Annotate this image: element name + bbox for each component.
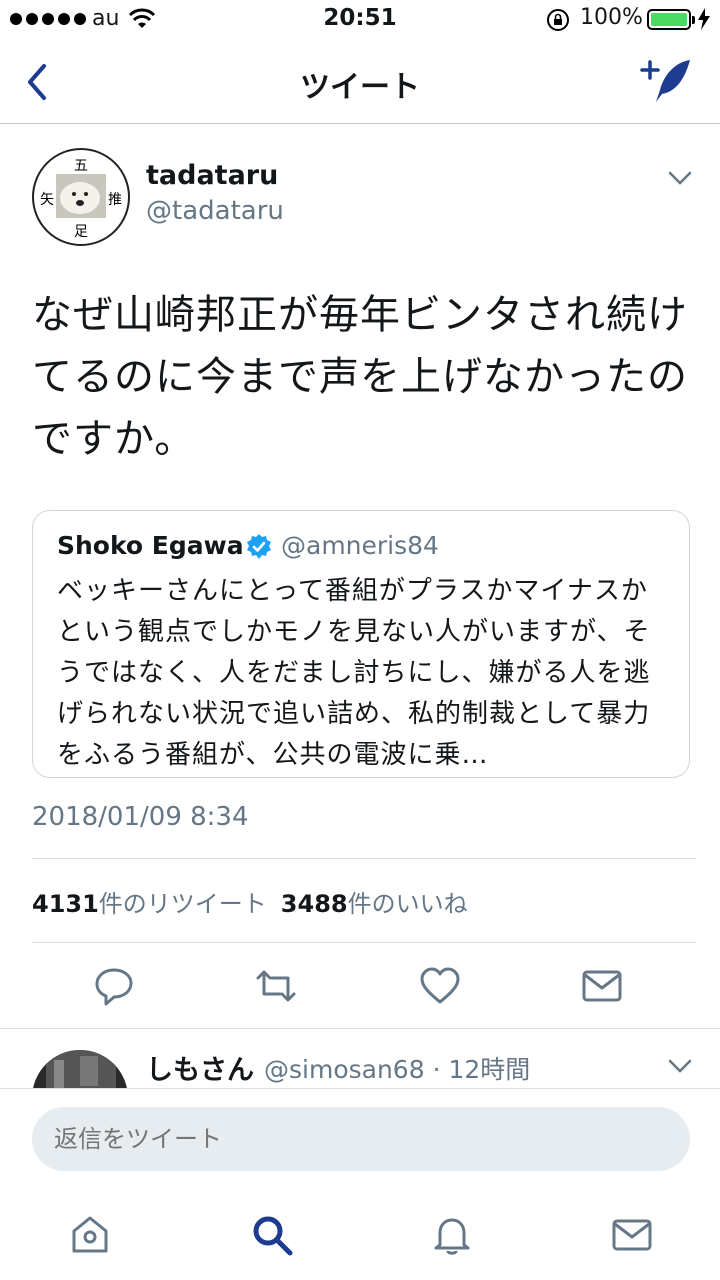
author-handle[interactable]: @tadataru [146, 196, 284, 226]
quoted-author-name: Shoko Egawa [57, 531, 244, 560]
messages-envelope-icon[interactable] [610, 1213, 654, 1257]
compose-tweet-icon[interactable] [640, 56, 694, 106]
battery-percent: 100% [580, 5, 643, 30]
tweet-text: なぜ山崎邦正が毎年ビンタされ続けてるのに今まで声を上げなかったのですか。 [32, 292, 688, 462]
quoted-tweet[interactable]: Shoko Egawa @amneris84 ベッキーさんにとって番組がプラスか… [32, 510, 690, 778]
author-avatar[interactable]: 五 矢 推 足 [32, 148, 130, 246]
navigation-bar: ツイート [0, 40, 720, 124]
quoted-author-handle: @amneris84 [281, 531, 439, 560]
likes-link[interactable]: 3488件のいいね [281, 890, 468, 918]
status-bar: au 20:51 100% [0, 0, 720, 40]
reply-icon[interactable] [92, 964, 136, 1008]
retweets-link[interactable]: 4131件のリツイート [32, 890, 267, 918]
svg-text:矢: 矢 [40, 192, 54, 208]
search-icon[interactable] [250, 1213, 294, 1257]
divider [32, 858, 696, 859]
divider [0, 1028, 720, 1029]
divider [32, 942, 696, 943]
rotation-lock-icon [547, 9, 569, 31]
chevron-down-icon[interactable] [666, 1054, 694, 1078]
home-icon[interactable] [68, 1213, 112, 1257]
retweet-count: 4131 [32, 890, 99, 918]
reply-meta: @simosan68 · 12時間 [264, 1055, 531, 1084]
like-heart-icon[interactable] [418, 964, 462, 1008]
tweet-timestamp: 2018/01/09 8:34 [32, 802, 249, 832]
reply-author-name[interactable]: しもさん [146, 1048, 254, 1087]
battery-icon [647, 9, 695, 30]
notifications-bell-icon[interactable] [430, 1213, 474, 1257]
svg-text:足: 足 [74, 224, 88, 240]
page-title: ツイート [300, 70, 420, 105]
retweet-label: 件のリツイート [98, 890, 267, 918]
svg-text:五: 五 [74, 158, 88, 174]
avatar-image: 五 矢 推 足 [40, 158, 122, 240]
author-name[interactable]: tadataru [146, 160, 278, 191]
bottom-bar [0, 1088, 720, 1280]
verified-badge-icon [247, 534, 271, 559]
retweet-icon[interactable] [254, 964, 298, 1008]
quoted-tweet-text: ベッキーさんにとって番組がプラスかマイナスかという観点でしかモノを見ない人がいま… [57, 576, 651, 770]
like-count: 3488 [280, 890, 348, 918]
reply-input[interactable] [32, 1107, 690, 1171]
engagement-stats: 4131件のリツイート 3488件のいいね [32, 884, 468, 919]
charging-bolt-icon [698, 8, 710, 30]
chevron-down-icon[interactable] [666, 166, 694, 190]
direct-message-icon[interactable] [580, 964, 624, 1008]
like-label: 件のいいね [347, 890, 468, 918]
svg-text:推: 推 [108, 192, 122, 208]
